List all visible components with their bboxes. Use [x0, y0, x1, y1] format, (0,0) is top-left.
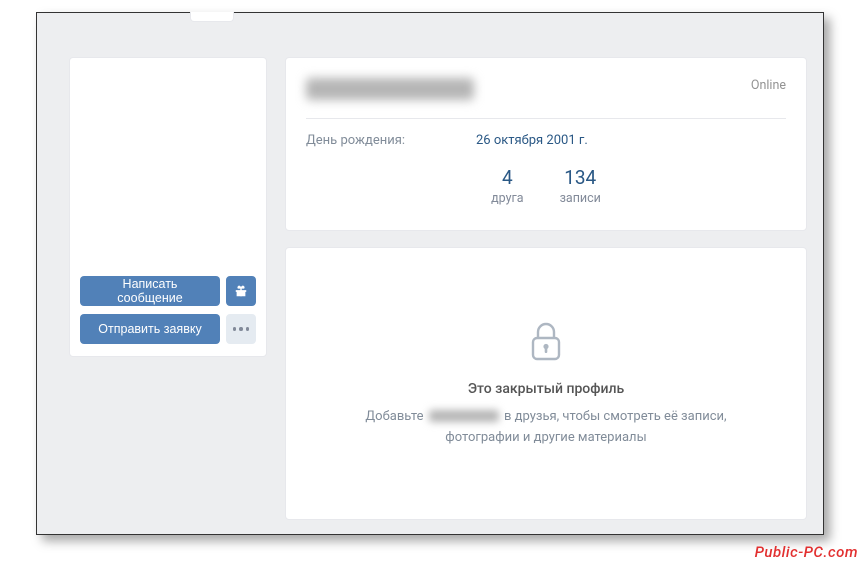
profile-header-card: Online День рождения: 26 октября 2001 г.…	[285, 57, 807, 231]
header-divider	[306, 118, 786, 119]
send-friend-request-button[interactable]: Отправить заявку	[80, 314, 220, 344]
profile-name-hidden	[306, 78, 474, 100]
friend-row: Отправить заявку	[80, 314, 256, 344]
counter-friends-label: друга	[491, 191, 523, 206]
message-row: Написать сообщение	[80, 276, 256, 306]
right-column: Online День рождения: 26 октября 2001 г.…	[285, 57, 807, 520]
write-message-button[interactable]: Написать сообщение	[80, 276, 220, 306]
left-column: Написать сообщение Отправить заявку	[69, 57, 267, 520]
window-frame: Написать сообщение Отправить заявку	[36, 12, 824, 535]
friend-request-label: Отправить заявку	[98, 322, 201, 336]
birthday-value[interactable]: 26 октября 2001 г.	[476, 133, 588, 148]
private-title: Это закрытый профиль	[468, 381, 624, 397]
birthday-row: День рождения: 26 октября 2001 г.	[306, 133, 786, 148]
write-message-label: Написать сообщение	[92, 277, 208, 305]
more-icon	[233, 327, 250, 331]
profile-photo-card: Написать сообщение Отправить заявку	[69, 57, 267, 357]
online-status: Online	[751, 78, 786, 93]
private-sub-name-hidden	[429, 410, 499, 422]
watermark: Public-PC.com	[755, 543, 858, 561]
send-gift-button[interactable]	[226, 276, 256, 306]
profile-actions: Написать сообщение Отправить заявку	[80, 276, 256, 344]
counter-posts-value: 134	[560, 166, 601, 189]
counter-friends[interactable]: 4 друга	[491, 166, 523, 206]
birthday-label: День рождения:	[306, 133, 476, 148]
counter-posts[interactable]: 134 записи	[560, 166, 601, 206]
private-sub-line2: фотографии и другие материалы	[445, 430, 646, 445]
private-sub-prefix: Добавьте	[365, 409, 426, 424]
counters-row: 4 друга 134 записи	[306, 148, 786, 210]
top-notch	[190, 12, 234, 22]
profile-photo-placeholder	[80, 68, 256, 266]
counter-friends-value: 4	[491, 166, 523, 189]
gift-icon	[234, 284, 248, 298]
header-row: Online	[306, 78, 786, 100]
private-sub-suffix1: в друзья, чтобы смотреть её записи,	[501, 409, 727, 424]
more-actions-button[interactable]	[226, 314, 256, 344]
private-profile-card: Это закрытый профиль Добавьте в друзья, …	[285, 247, 807, 520]
content-area: Написать сообщение Отправить заявку	[69, 57, 807, 520]
counter-posts-label: записи	[560, 191, 601, 206]
private-subtitle: Добавьте в друзья, чтобы смотреть её зап…	[365, 407, 726, 449]
lock-icon	[528, 319, 564, 363]
